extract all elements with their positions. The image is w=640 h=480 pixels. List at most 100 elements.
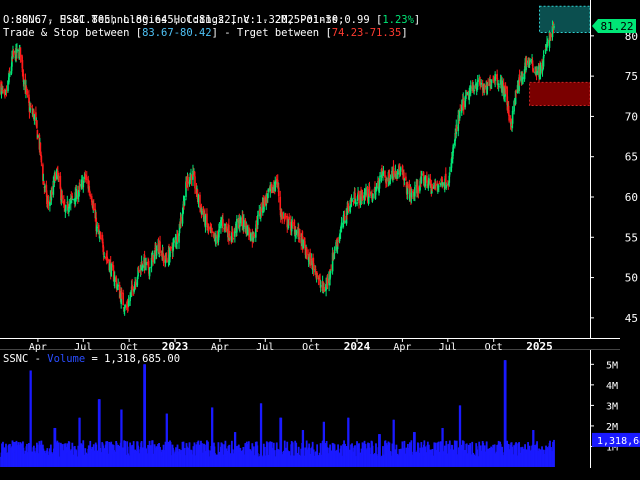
candle-body [85,177,88,181]
candle-body [131,284,133,290]
candle-body [267,189,270,192]
candle-body [368,186,371,196]
candle-body [176,233,179,242]
candle-body [54,174,57,181]
candle-body [47,201,50,204]
candle-body [340,222,343,228]
candle-body [291,222,294,225]
candle-body [536,70,538,75]
candle-body [246,225,249,236]
time-tick-label: Jul [439,342,457,353]
volume-title: SSNC - Volume = 1,318,685.00 [3,353,180,366]
candle-body [448,175,451,183]
candle-body [371,199,374,202]
change-percent: 1.23% [382,14,414,26]
candle-body [2,90,4,92]
candle-body [421,174,423,176]
candle-body [351,198,353,202]
candle-body [19,47,22,57]
volume-prefix: SSNC - [3,353,48,365]
candle-body [410,192,413,198]
candle-body [323,287,325,292]
candle-body [162,256,165,263]
trade-stop-label: Trade & Stop between [3,27,136,39]
candle-body [270,183,273,194]
candle-body [553,26,555,28]
candle-body [396,173,399,175]
candle-body [36,120,38,129]
candle-body [197,195,200,203]
volume-tick-label: 5M [606,360,618,371]
candle-body [51,191,53,194]
price-tick-label: 65 [625,151,638,164]
candle-body [337,241,339,243]
candle-body [215,236,217,244]
candle-body [180,216,182,222]
candle-body [494,74,496,81]
candle-body [431,186,434,189]
candle-body [417,188,420,193]
candle-body [473,90,476,92]
candle-body [106,258,109,262]
volume-series-name: Volume [47,353,86,365]
candle-body [263,197,266,207]
candle-body [476,80,479,87]
last-volume-label: 1,318,68 [597,436,640,447]
candle-body [403,178,406,180]
volume-tick-label: 2M [606,422,618,433]
time-tick-label: 2025 [526,340,553,353]
candle-body [120,292,123,294]
candle-body [400,168,402,170]
candle-body [448,172,451,175]
candle-body [75,189,78,199]
target-label: - Trget between [217,27,326,39]
volume-value: = 1,318,685.00 [85,353,181,365]
candle-body [23,80,25,85]
candle-body [452,144,455,153]
price-tick-label: 50 [625,272,638,285]
candle-body [44,186,46,188]
target-bracket-close: ] [401,27,408,39]
candle-body [462,100,465,110]
candle-body [72,199,74,201]
candle-body [211,231,214,233]
candle-body [354,202,357,205]
candle-body [61,195,64,200]
candle-body [229,235,231,238]
volume-tick-label: 3M [606,401,618,412]
candle-body [113,277,116,282]
candle-body [89,194,92,197]
candle-body [393,172,395,177]
candle-body [37,135,39,138]
ohlc-values: O:80.67, H:81.805, L:80.645, C:81.22, V:… [3,14,376,26]
candle-body [194,176,196,189]
candle-body [379,175,381,182]
candle-body [543,54,545,57]
candle-body [33,114,36,120]
candle-body [16,48,18,53]
candle-body [501,80,503,93]
volume-bar [553,439,555,467]
stock-chart: 4550556065707580Apr Jul Oct 2023 Apr Jul Oct 20… [0,0,640,480]
candle-body [30,105,32,108]
candle-body [92,203,95,210]
candle-body [253,234,256,237]
candle-body [365,187,367,196]
candle-body [497,85,500,87]
candle-body [546,40,549,44]
target-zone [529,81,591,107]
candle-body [78,184,81,186]
candle-body [515,90,517,93]
candle-body [239,217,242,224]
candle-body [330,269,332,271]
candle-body [288,216,291,220]
candle-body [309,252,311,266]
candle-body [399,169,402,175]
candle-body [124,304,126,308]
candle-body [222,219,224,227]
candle-body [438,185,440,187]
price-tick-label: 60 [625,191,638,204]
candle-body [42,180,45,182]
candle-body [232,237,235,239]
time-tick-label: Jul [256,342,274,353]
